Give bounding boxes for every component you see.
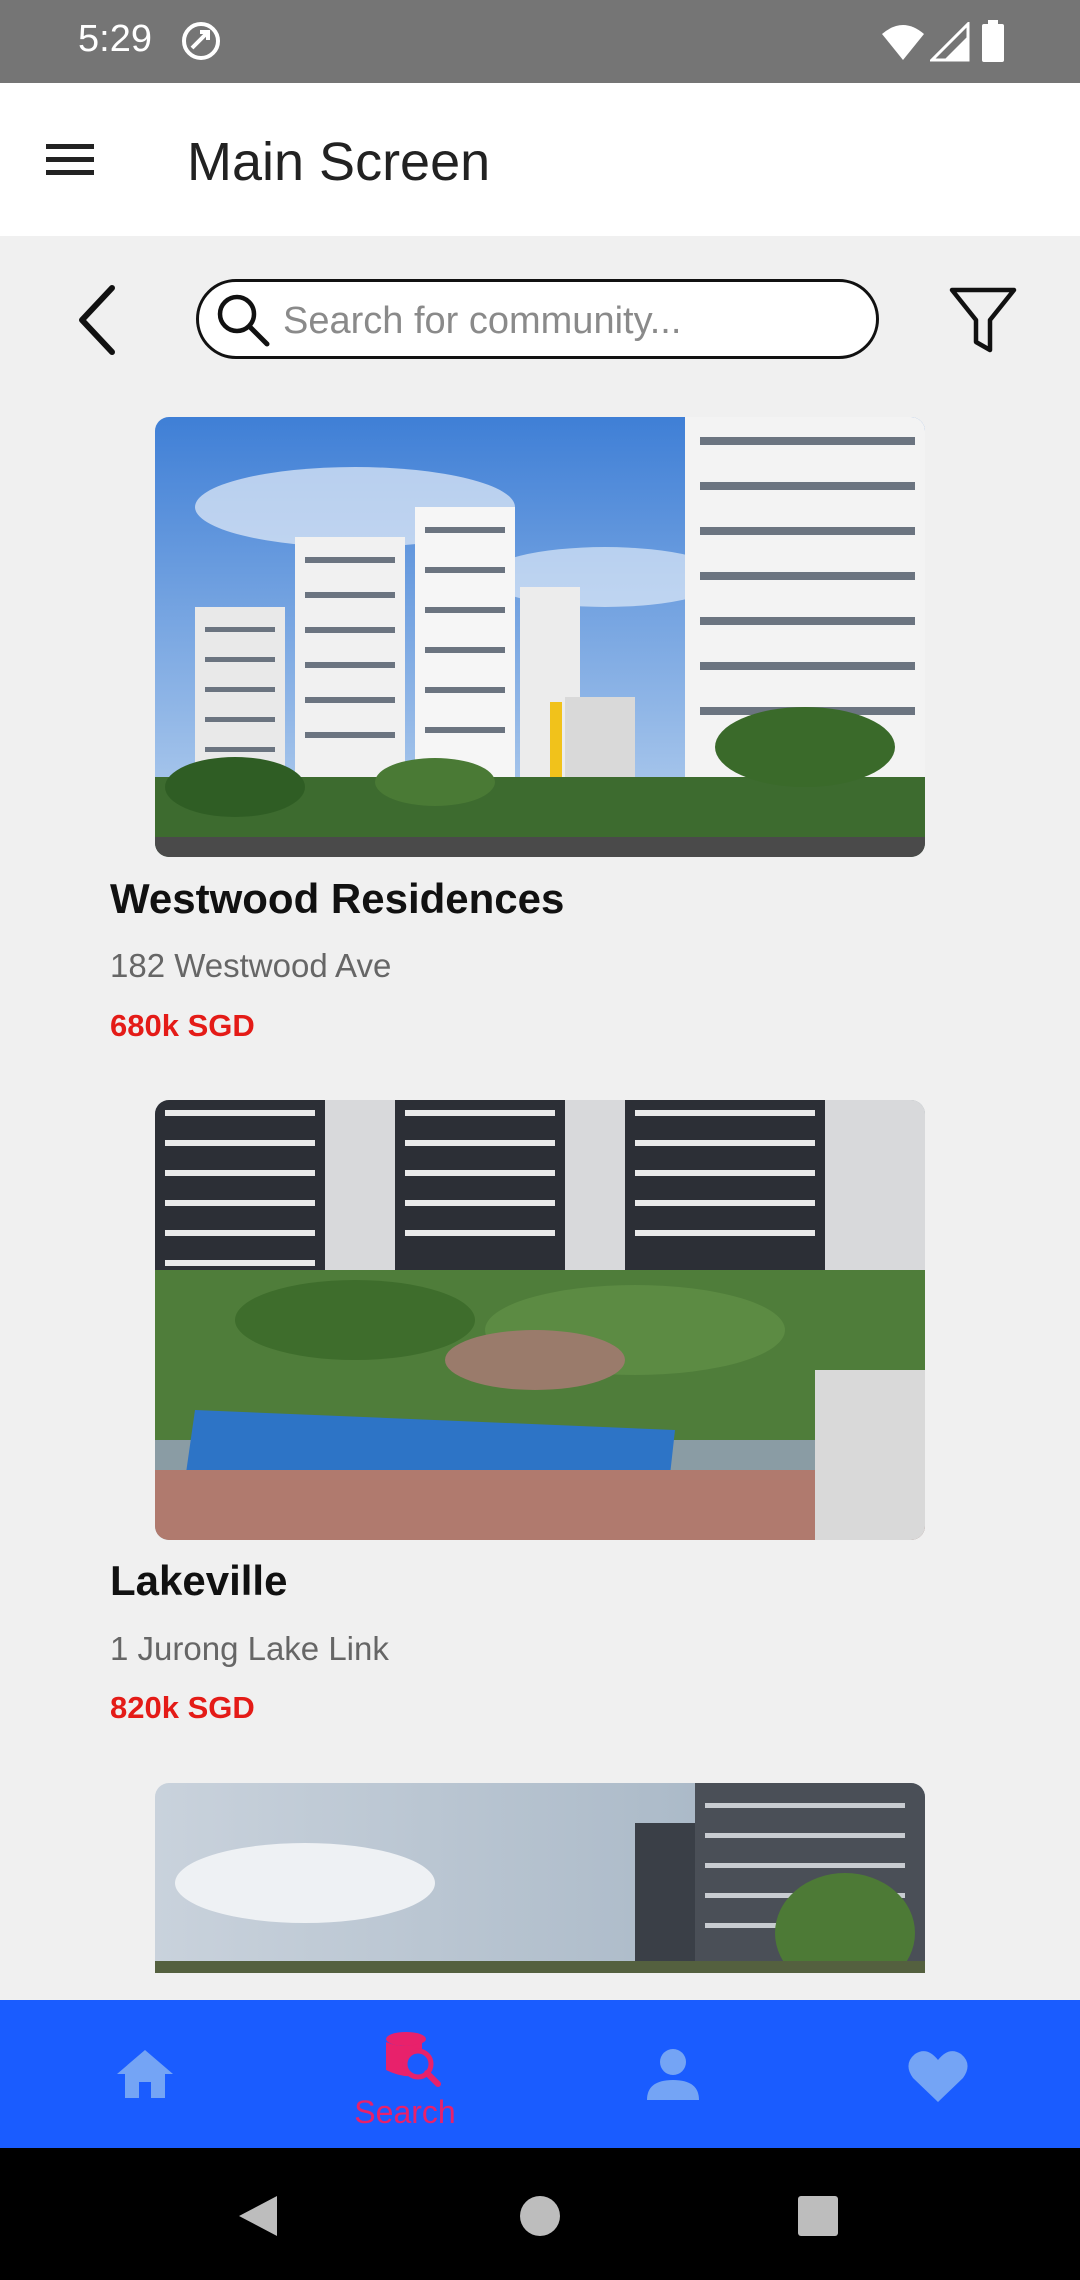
wifi-icon bbox=[882, 25, 924, 60]
signal-icon bbox=[930, 22, 970, 62]
sync-icon bbox=[182, 22, 220, 60]
system-recents-icon[interactable] bbox=[798, 2196, 838, 2236]
nav-favorites[interactable] bbox=[810, 2000, 1080, 2148]
search-bar[interactable] bbox=[196, 279, 879, 359]
back-arrow-icon[interactable] bbox=[70, 282, 126, 358]
search-input[interactable] bbox=[281, 294, 865, 348]
home-icon bbox=[117, 2050, 173, 2098]
search-icon bbox=[217, 294, 270, 347]
battery-icon bbox=[982, 20, 1004, 62]
nav-search-label: Search bbox=[354, 2094, 456, 2130]
search-database-icon bbox=[386, 2032, 441, 2087]
person-icon bbox=[647, 2049, 699, 2100]
listing-address: 1 Jurong Lake Link bbox=[110, 1630, 389, 1667]
app-bar: Main Screen bbox=[0, 83, 1080, 236]
bottom-navigation: Search bbox=[0, 2000, 1080, 2148]
nav-search[interactable]: Search bbox=[270, 2000, 540, 2148]
system-home-icon[interactable] bbox=[518, 2194, 562, 2238]
nav-home[interactable] bbox=[0, 2000, 270, 2148]
listing-name: Lakeville bbox=[110, 1557, 288, 1604]
status-bar: 5:29 bbox=[0, 0, 1080, 83]
listing-name: Westwood Residences bbox=[110, 875, 565, 922]
listing-photo[interactable] bbox=[155, 1100, 925, 1540]
listing-photo[interactable] bbox=[155, 1783, 925, 1973]
listing-photo[interactable] bbox=[155, 417, 925, 857]
page-title: Main Screen bbox=[187, 132, 491, 192]
nav-profile[interactable] bbox=[540, 2000, 810, 2148]
listing-price: 820k SGD bbox=[110, 1690, 255, 1725]
listing-address: 182 Westwood Ave bbox=[110, 947, 392, 984]
system-navigation-bar bbox=[0, 2148, 1080, 2280]
filter-icon[interactable] bbox=[948, 284, 1018, 356]
status-time: 5:29 bbox=[78, 18, 152, 60]
system-back-icon[interactable] bbox=[237, 2194, 279, 2238]
heart-icon bbox=[908, 2051, 968, 2102]
menu-icon[interactable] bbox=[44, 140, 96, 180]
listing-price: 680k SGD bbox=[110, 1008, 255, 1043]
